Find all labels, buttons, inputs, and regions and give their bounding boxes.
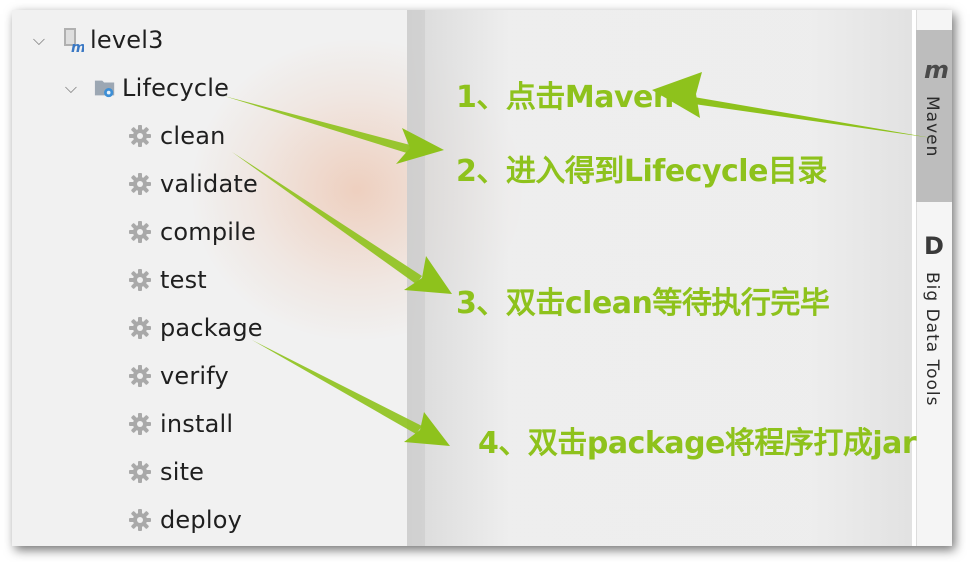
arrow-to-clean-icon	[232, 152, 452, 294]
arrow-to-lifecycle-icon	[224, 96, 444, 164]
arrow-to-package-icon	[252, 340, 450, 446]
annotation-arrows	[224, 72, 932, 446]
arrow-to-maven-icon	[652, 72, 932, 138]
screenshot-frame: ⌵ m level3 ⌵ Lifecycle	[12, 10, 952, 546]
